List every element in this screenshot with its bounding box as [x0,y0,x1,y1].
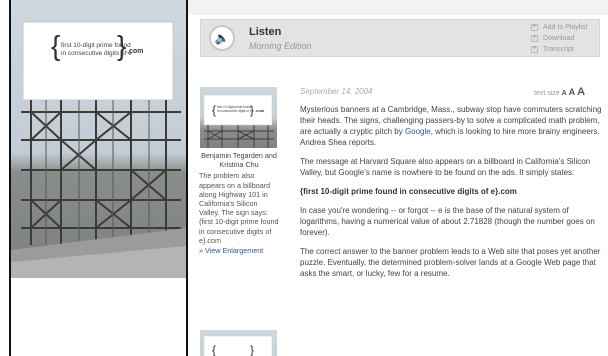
article-content: 🔈 Listen Morning Edition + Add to Playli… [188,0,608,356]
svg-text:}: } [250,103,254,117]
paragraph-1: Mysterious banners at a Cambridge, Mass.… [300,104,605,148]
story-thumbnail[interactable]: { first 10-digit prime found in consecut… [200,87,277,148]
svg-text:{: { [51,30,60,61]
listen-title[interactable]: Listen [249,26,281,38]
photo-blank-area [11,278,186,356]
text-size-control: text size A A A [534,86,585,98]
add-to-playlist-link[interactable]: + Add to Playlist [531,22,601,33]
billboard-suffix: .com [127,48,143,55]
caption-text: The problem also appears on a billboard … [199,171,279,245]
svg-text:}: } [117,30,126,61]
transcript-icon: + [531,46,538,53]
transcript-link[interactable]: + Transcript [531,44,601,55]
text-size-small[interactable]: A [562,90,567,97]
svg-text:{: { [212,103,216,117]
download-link[interactable]: + Download [531,33,601,44]
transcript-label: Transcript [543,46,574,53]
article-body: Mysterious banners at a Cambridge, Mass.… [300,104,605,287]
speaker-icon: 🔈 [214,31,230,45]
speaker-play-button[interactable]: 🔈 [209,25,235,51]
paragraph-5: The correct answer to the banner problem… [300,247,601,278]
photo-caption: Benjamin Tegarden and Kristina Chu The p… [199,151,279,255]
left-frame-border [0,0,11,356]
listen-panel: 🔈 Listen Morning Edition + Add to Playli… [200,19,600,57]
text-size-label: text size [534,90,560,97]
billboard-photo: { first 10-digit prime found in consecut… [11,0,186,278]
download-label: Download [543,35,575,42]
text-size-medium[interactable]: A [569,87,576,97]
plus-icon: + [531,24,538,31]
svg-text:{: { [212,343,216,356]
text-size-large[interactable]: A [577,86,585,98]
add-to-playlist-label: Add to Playlist [543,24,588,31]
view-enlargement-link[interactable]: » View Enlargement [199,246,279,255]
listen-actions: + Add to Playlist + Download + Transcrip… [531,22,601,55]
svg-text:}: } [250,343,254,356]
top-bar [188,0,608,15]
thumb-suffix: .com [255,108,265,113]
google-link[interactable]: Google [405,127,431,136]
story-date: September 14, 2004 [300,87,373,96]
thumb-line2: in consecutive digits of e [217,109,252,113]
photo-credit: Benjamin Tegarden and Kristina Chu [201,151,277,170]
paragraph-4: In case you're wondering -- or forgot --… [300,206,595,237]
program-name: Morning Edition [249,41,312,51]
second-thumbnail[interactable]: { } [200,330,277,356]
billboard-quote: {first 10-digit prime found in consecuti… [300,187,517,196]
paragraph-2: The message at Harvard Square also appea… [300,157,591,177]
download-icon: + [531,35,538,42]
